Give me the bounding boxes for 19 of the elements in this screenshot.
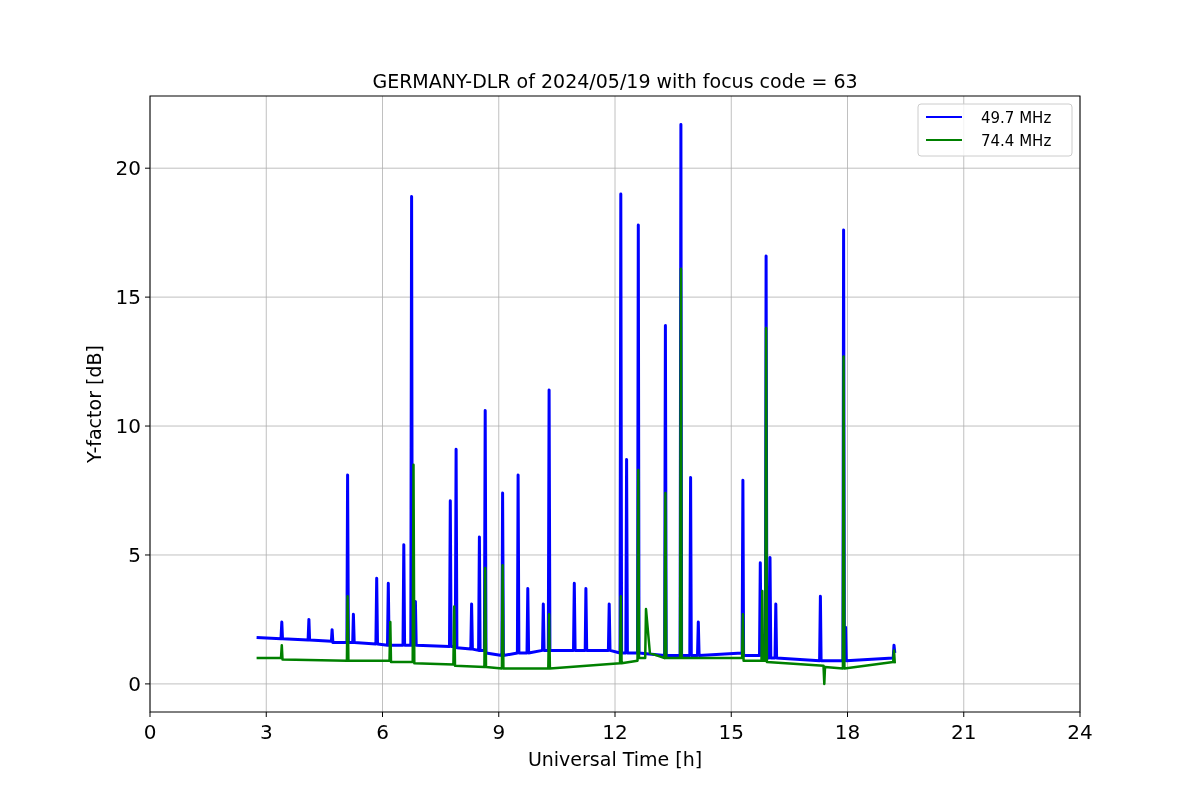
x-tick-label: 24 <box>1067 720 1093 744</box>
chart-title: GERMANY-DLR of 2024/05/19 with focus code = 63 <box>372 70 858 92</box>
x-tick-label: 18 <box>834 720 861 744</box>
x-tick-label: 3 <box>259 720 273 744</box>
y-tick-label: 20 <box>115 156 141 181</box>
y-tick-label: 15 <box>115 285 141 310</box>
y-tick-label: 10 <box>115 414 141 439</box>
x-tick-label: 6 <box>376 720 389 744</box>
legend-label: 74.4 MHz <box>981 132 1052 150</box>
x-tick-label: 21 <box>951 720 977 744</box>
x-axis-label: Universal Time [h] <box>527 748 703 770</box>
y-axis-label: Y-factor [dB] <box>83 345 105 463</box>
x-tick-label: 9 <box>492 720 506 744</box>
y-tick-label: 0 <box>128 671 141 696</box>
legend-label: 49.7 MHz <box>981 109 1052 127</box>
x-tick-label: 15 <box>718 720 744 744</box>
y-tick-label: 5 <box>128 542 141 567</box>
x-tick-label: 0 <box>143 720 157 744</box>
x-tick-label: 12 <box>602 720 628 744</box>
